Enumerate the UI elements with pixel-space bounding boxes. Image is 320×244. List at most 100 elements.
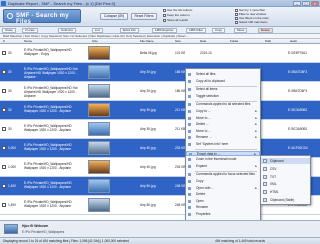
maximize-button[interactable]: □ bbox=[302, 1, 310, 6]
app-icon bbox=[1, 1, 6, 6]
menu-item-label: Move to ... bbox=[196, 115, 211, 120]
table-row[interactable]: 30 E:\Pic Private\HD_Wallpapers\HD Hot Ai… bbox=[0, 63, 320, 82]
context-menu-item[interactable]: Rename bbox=[186, 205, 260, 210]
subbar-exporter-button[interactable]: LIBS Exporter bbox=[152, 28, 177, 33]
row-checkbox[interactable] bbox=[2, 51, 6, 55]
row-thumbnail[interactable] bbox=[88, 122, 110, 136]
reset-filters-button[interactable]: Reset Filters bbox=[131, 13, 157, 20]
row-number: 1,000 bbox=[8, 146, 16, 150]
menu-item-label: Commands applied to all selected files bbox=[196, 102, 251, 107]
context-menu-item[interactable]: Zoom in the thumbnail mode bbox=[186, 157, 260, 162]
menu-item-icon bbox=[188, 164, 191, 168]
subbar-delete-button[interactable]: Delete bbox=[258, 28, 273, 33]
context-menu-item[interactable]: Copy bbox=[186, 179, 260, 184]
context-menu-item[interactable]: Move to ... ▸ bbox=[186, 129, 260, 134]
table-row[interactable]: 30 E:\Pic Private\HD_Wallpapers\HD Wallpa… bbox=[0, 101, 320, 120]
menu-item-icon bbox=[188, 123, 191, 127]
row-path: E:\Pic Private\HD_Wallpapers\HD Wallpape… bbox=[24, 200, 72, 208]
option-keep-column[interactable]: Keep the column bbox=[163, 13, 190, 17]
row-checkbox[interactable] bbox=[2, 127, 6, 131]
option-use-list[interactable]: Use the list column bbox=[163, 8, 192, 12]
row-number: 30 bbox=[8, 108, 12, 112]
table-row[interactable]: 30 E:\Pic Private\HD_Wallpapers\HD Hot Ai… bbox=[0, 82, 320, 101]
context-menu-item[interactable]: Select all files bbox=[186, 72, 260, 77]
row-checkbox[interactable] bbox=[2, 70, 6, 74]
context-menu-item[interactable]: Copy all to clipboard bbox=[186, 79, 260, 84]
menu-item-label: Set "System Info" here bbox=[196, 142, 229, 146]
context-menu-item[interactable]: Copy to ... ▸ bbox=[186, 109, 260, 114]
context-menu-item[interactable]: Move to ... ▸ bbox=[186, 116, 260, 121]
context-menu-item[interactable]: Toggle selection bbox=[186, 94, 260, 99]
app-logo: SMF - Search my Files bbox=[3, 9, 81, 25]
context-menu-item[interactable]: Expand ▸ bbox=[186, 164, 260, 169]
context-menu-item[interactable]: Rename ... ▸ bbox=[186, 135, 260, 140]
row-path: E:\Pic Private\HD_Wallpapers\HD Wallpape… bbox=[24, 48, 72, 56]
row-thumbnail[interactable] bbox=[88, 198, 110, 212]
context-menu-item[interactable]: Export data to ... ▸ bbox=[186, 150, 260, 156]
export-option[interactable]: Clipboard (Table) bbox=[261, 197, 310, 203]
context-menu: Select all files Copy all to clipboard Sel… bbox=[185, 68, 261, 222]
context-menu-item[interactable]: Delete ... ▸ bbox=[186, 122, 260, 127]
context-menu-item[interactable]: Delete bbox=[186, 192, 260, 197]
menu-item-label: Open bbox=[196, 198, 204, 203]
subbar-2lines-button[interactable]: 2 Lines bbox=[22, 28, 38, 33]
row-hash: E:\2E5F75A1 bbox=[288, 51, 307, 55]
export-option[interactable]: Clipboard bbox=[261, 158, 310, 164]
row-checkbox[interactable] bbox=[2, 184, 6, 188]
export-option[interactable]: TXT bbox=[261, 174, 310, 180]
option-select-max[interactable]: Select 100 max items bbox=[235, 20, 268, 24]
row-thumbnail[interactable] bbox=[88, 84, 110, 98]
status-left: Displaying record 1 to 24 of 494 matchin… bbox=[3, 239, 129, 243]
menu-item-label: Export data to ... bbox=[197, 151, 221, 156]
context-menu-item[interactable]: Commands applied to all selected files bbox=[186, 102, 260, 107]
subbar-columns-button[interactable]: Columns bbox=[58, 28, 76, 33]
status-bar: Displaying record 1 to 24 of 494 matchin… bbox=[0, 237, 320, 244]
subbar-close-button[interactable]: Close bbox=[2, 28, 16, 33]
menu-item-label: Rename bbox=[196, 205, 209, 210]
subbar-list-button[interactable]: List bbox=[92, 28, 103, 33]
collapse-button[interactable]: Collapse (89) bbox=[100, 13, 128, 20]
row-filename: Airp 5K.jpg bbox=[140, 184, 156, 188]
subbar-filter-button[interactable]: LIBS Filter bbox=[186, 28, 207, 33]
table-row[interactable]: 30 E:\Pic Private\HD_Wallpapers\HD Wallpa… bbox=[0, 120, 320, 139]
row-checkbox[interactable] bbox=[2, 203, 6, 207]
row-checkbox[interactable] bbox=[2, 165, 6, 169]
context-menu-item[interactable]: Select all items bbox=[186, 87, 260, 92]
export-option[interactable]: HTML bbox=[261, 189, 310, 195]
export-option[interactable]: XML bbox=[261, 181, 310, 187]
row-number: 30 bbox=[8, 51, 12, 55]
menu-item-label: Expand bbox=[196, 163, 207, 168]
close-window-button[interactable]: × bbox=[311, 1, 319, 6]
context-menu-item[interactable]: Commands applied to focus selected files bbox=[186, 172, 260, 177]
submenu-arrow-icon: ▸ bbox=[254, 151, 256, 156]
context-menu-item[interactable]: Open bbox=[186, 199, 260, 204]
row-thumbnail[interactable] bbox=[88, 179, 110, 193]
menu-item-icon bbox=[188, 88, 191, 92]
context-menu-item[interactable]: Properties bbox=[186, 212, 260, 217]
subbar-copy-button[interactable]: Copy bbox=[212, 28, 226, 33]
row-filename: Airp 2K.jpg bbox=[140, 89, 156, 93]
submenu-arrow-icon: ▸ bbox=[255, 115, 257, 120]
export-option-label: HTML bbox=[270, 190, 279, 195]
row-checkbox[interactable] bbox=[2, 108, 6, 112]
menu-item-label: Copy bbox=[196, 179, 204, 183]
export-option[interactable]: CSV bbox=[261, 166, 310, 172]
subbar-move-button[interactable]: Move bbox=[234, 28, 248, 33]
minimize-button[interactable]: – bbox=[293, 1, 301, 6]
subbar-extra-button[interactable]: Extra Info bbox=[120, 28, 139, 33]
row-thumbnail[interactable] bbox=[88, 160, 110, 174]
row-thumbnail[interactable] bbox=[88, 103, 110, 117]
row-thumbnail[interactable] bbox=[88, 46, 110, 60]
row-filename: Airp 2K.jpg bbox=[140, 70, 156, 74]
row-size: 101 KB bbox=[175, 51, 186, 55]
context-menu-item[interactable]: Open with ... ▸ bbox=[186, 186, 260, 191]
row-thumbnail[interactable] bbox=[88, 65, 110, 79]
menu-item-icon bbox=[188, 79, 191, 83]
row-checkbox[interactable] bbox=[2, 146, 6, 150]
row-thumbnail[interactable] bbox=[88, 141, 110, 155]
row-checkbox[interactable] bbox=[2, 89, 6, 93]
context-menu-item[interactable]: Set "System Info" here bbox=[186, 142, 260, 147]
row-number: 1,490 bbox=[8, 203, 16, 207]
option-show-all[interactable]: Show all results bbox=[163, 18, 188, 22]
table-row[interactable]: 30 E:\Pic Private\HD_Wallpapers\HD Wallpa… bbox=[0, 44, 320, 63]
